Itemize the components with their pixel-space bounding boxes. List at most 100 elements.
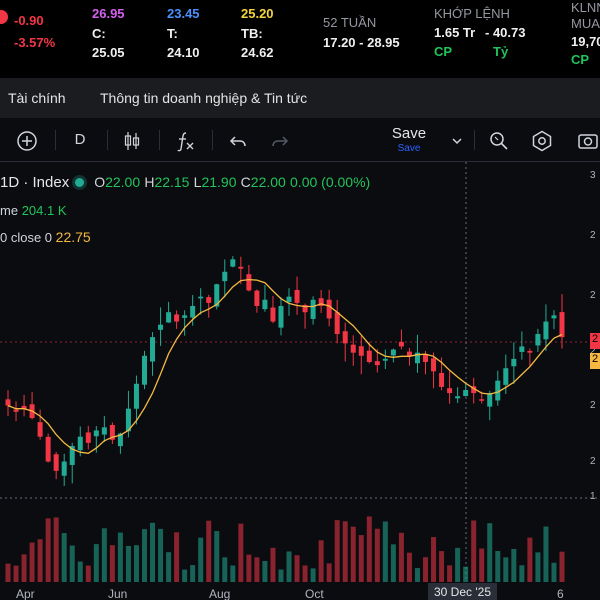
price-axis-label: 2 [590, 230, 596, 241]
price-axis-label: 2 [590, 290, 596, 301]
volume-bar [254, 557, 260, 582]
fullscreen-button[interactable] [576, 130, 600, 150]
candle-body [5, 399, 11, 406]
volume-bar [61, 533, 67, 582]
volume-bar [414, 568, 420, 582]
volume-bar [294, 555, 300, 582]
candle-body [527, 350, 533, 353]
candle-body [390, 349, 396, 356]
candle-body [463, 390, 469, 397]
volume-bar [318, 540, 324, 582]
candle-body [101, 427, 107, 435]
volume-bar [463, 566, 469, 582]
high-value: 22.15 [154, 174, 190, 190]
candle-body [133, 383, 139, 409]
candle-body [294, 289, 300, 303]
volume-bar [503, 557, 509, 582]
low-value: 21.90 [201, 174, 237, 190]
crosshair-date-label: 30 Dec '25 [428, 583, 497, 600]
candle-body [77, 436, 83, 451]
volume-bar [286, 551, 292, 582]
floor-code: T: [167, 26, 178, 41]
toolbar-divider [159, 130, 160, 150]
redo-button[interactable] [270, 130, 290, 150]
change-value: 0.00 (0.00%) [290, 174, 371, 190]
volume-legend: me 204.1 K [0, 203, 67, 218]
candle-body [439, 372, 445, 387]
volume-bar [455, 547, 461, 582]
candle-body [455, 396, 461, 399]
foreign-side: MUA [571, 16, 600, 31]
tab-company-news[interactable]: Thông tin doanh nghiệp & Tin tức [100, 90, 307, 106]
indicators-button[interactable] [174, 130, 196, 152]
candle-body [238, 266, 244, 269]
ceiling-code: C: [92, 26, 106, 41]
candle-body [93, 430, 99, 437]
volume-bar [13, 565, 19, 582]
symbol-legend: 1D · Index O22.00 H22.15 L21.90 C22.00 0.… [0, 174, 371, 191]
foreign-unit: CP [571, 52, 590, 67]
candle-body [511, 358, 517, 367]
layout-dropdown-button[interactable] [450, 130, 464, 150]
volume-bar [125, 545, 131, 582]
volume-bar [350, 526, 356, 582]
candle-body [406, 351, 412, 356]
time-axis-label: 6 [557, 587, 564, 600]
moving-average-line [7, 278, 563, 454]
volume-bar [398, 532, 404, 582]
week52-label: 52 TUẦN [323, 15, 377, 30]
volume-bar [117, 532, 123, 582]
toolbar-divider [55, 130, 56, 150]
quick-search-button[interactable] [488, 130, 510, 150]
volume-bar [423, 557, 429, 582]
volume-bar [101, 528, 107, 582]
add-symbol-button[interactable] [16, 130, 38, 151]
foreign-value: 19,70 [571, 34, 600, 49]
settings-button[interactable] [530, 130, 554, 152]
price-plot[interactable] [0, 162, 600, 600]
volume-bar [5, 563, 11, 582]
close-value: 22.00 [250, 174, 286, 190]
volume-bar [487, 523, 493, 582]
section-tabs: Tài chính Thông tin doanh nghiệp & Tin t… [0, 78, 600, 118]
last-price-tag: 2 [590, 333, 600, 349]
volume-bar [495, 551, 501, 582]
redo-icon [272, 136, 289, 147]
matched-value: - 40.73 [485, 25, 526, 40]
interval-button[interactable]: D [70, 131, 90, 151]
candle-body [342, 331, 348, 344]
volume-bar [37, 539, 43, 582]
volume-bar [190, 565, 196, 582]
candle-body [374, 361, 380, 366]
floor-price: 24.10 [167, 45, 200, 60]
volume-bar [93, 544, 99, 582]
volume-label: me [0, 203, 19, 218]
candle-body [535, 334, 541, 346]
chart-type-button[interactable] [122, 130, 142, 150]
volume-bar [358, 535, 364, 582]
matched-unit-value: Tỷ [493, 44, 509, 59]
candle-body [350, 344, 356, 353]
volume-bar [511, 548, 517, 582]
symbol-interval: 1D · Index [0, 174, 70, 191]
volume-bar [326, 563, 332, 582]
time-axis-label: Jun [108, 587, 128, 600]
volume-bar [222, 557, 228, 582]
volume-bar [527, 537, 533, 582]
foreign-label: KLNN [571, 0, 600, 15]
volume-bar [551, 562, 557, 582]
save-button[interactable]: Save [385, 125, 433, 142]
candle-body [382, 358, 388, 361]
candle-body [543, 321, 549, 340]
volume-bar [182, 569, 188, 582]
tab-financials[interactable]: Tài chính [8, 90, 66, 106]
volume-bar [310, 568, 316, 582]
volume-bar [535, 552, 541, 582]
undo-button[interactable] [228, 130, 248, 150]
candle-body [262, 299, 268, 310]
candle-body [13, 409, 19, 412]
price-chart[interactable]: D Save Save 1D · Index O22.00 H22.15 L21… [0, 118, 600, 600]
price-axis-label: 2 [590, 456, 596, 467]
candle-body [141, 355, 147, 385]
price-axis-label: 2 [590, 400, 596, 411]
